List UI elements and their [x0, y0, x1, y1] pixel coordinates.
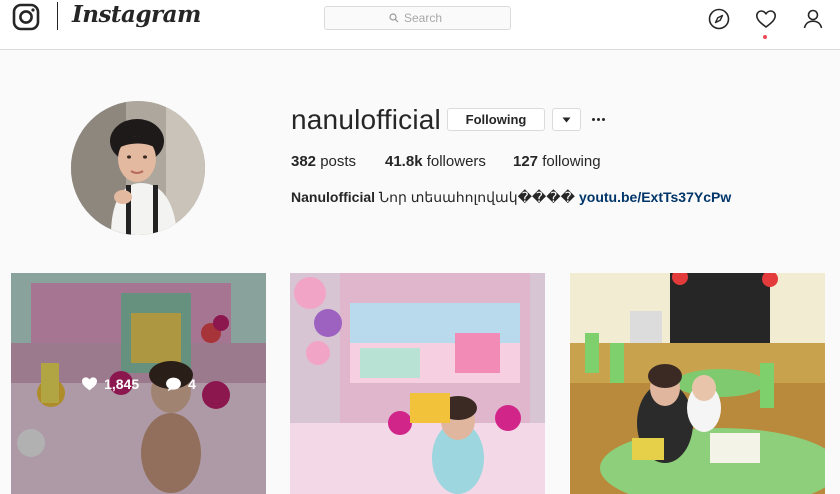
posts-stat: 382 posts [291, 153, 356, 170]
search-input[interactable] [404, 11, 446, 25]
likes-count: 1,845 [104, 375, 140, 392]
profile-bio: Nanulofficial Նոր տեսահոլովակ���� youtu.b… [291, 189, 731, 206]
comment-bubble-icon [166, 377, 182, 391]
person-icon[interactable] [801, 7, 825, 31]
post-thumbnail[interactable] [290, 273, 545, 494]
chevron-down-icon [562, 117, 571, 122]
search-box[interactable] [324, 6, 511, 30]
instagram-logo-icon[interactable] [12, 3, 40, 31]
heart-icon[interactable] [754, 7, 778, 31]
ellipsis-dot [601, 118, 605, 121]
post-image [290, 273, 545, 494]
comments-stat: 4 [165, 376, 196, 392]
followers-label: followers [426, 153, 486, 170]
posts-label: posts [320, 153, 357, 170]
ellipsis-dot [591, 118, 595, 121]
suggestions-dropdown-button[interactable] [552, 108, 581, 131]
following-stat[interactable]: 127 following [513, 153, 601, 170]
following-label: following [542, 153, 601, 170]
post-thumbnail[interactable] [570, 273, 825, 494]
notification-dot [763, 35, 767, 39]
post-hover-overlay: 1,845 4 [11, 273, 266, 494]
logo-divider [57, 2, 58, 30]
posts-count: 382 [291, 153, 317, 170]
avatar-photo [71, 101, 205, 235]
instagram-wordmark[interactable]: Instagram [72, 1, 201, 28]
followers-stat[interactable]: 41.8k followers [385, 153, 486, 170]
post-image [570, 273, 825, 494]
profile-full-name: Nanulofficial [291, 189, 376, 205]
more-options-button[interactable] [589, 108, 607, 131]
post-thumbnail[interactable]: 1,845 4 [11, 273, 266, 494]
ellipsis-dot [596, 118, 600, 121]
following-count: 127 [513, 153, 539, 170]
comments-count: 4 [188, 375, 196, 392]
bio-text: Նոր տեսահոլովակ���� [378, 189, 575, 205]
compass-icon[interactable] [707, 7, 731, 31]
followers-count: 41.8k [385, 153, 423, 170]
bio-link[interactable]: youtu.be/ExtTs37YcPw [579, 189, 731, 205]
profile-avatar[interactable] [71, 101, 205, 235]
profile-username: nanulofficial [291, 104, 441, 135]
top-nav-bar: Instagram [0, 0, 840, 50]
search-icon [389, 13, 399, 23]
heart-filled-icon [82, 377, 98, 391]
following-button[interactable]: Following [447, 108, 545, 131]
likes-stat: 1,845 [81, 376, 139, 392]
